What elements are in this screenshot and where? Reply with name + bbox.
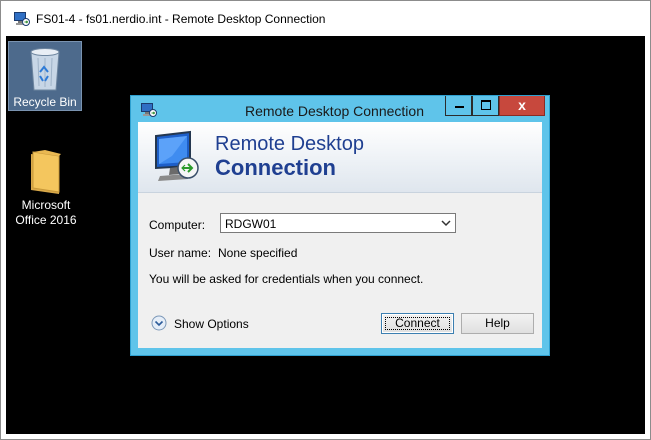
recycle-bin-icon <box>30 48 60 91</box>
office-icon-label: Microsoft Office 2016 <box>8 198 84 228</box>
help-label: Help <box>485 316 510 330</box>
connect-button[interactable]: Connect <box>381 313 454 334</box>
close-button[interactable]: x <box>499 96 545 116</box>
username-value: None specified <box>218 246 298 260</box>
remote-desktop-monitor-icon <box>152 130 204 187</box>
minimize-icon <box>455 106 464 108</box>
office-label-line1: Microsoft <box>21 198 71 212</box>
username-label: User name: <box>149 246 212 260</box>
recycle-bin-label: Recycle Bin <box>13 95 77 109</box>
window-title: FS01-4 - fs01.nerdio.int - Remote Deskto… <box>36 12 326 26</box>
remote-desktop-connection-dialog: Remote Desktop Connection x Remote Deskt… <box>130 95 550 356</box>
expand-chevron-icon <box>151 315 167 331</box>
show-options-label: Show Options <box>174 317 249 331</box>
dialog-titlebar[interactable]: Remote Desktop Connection x <box>131 96 549 122</box>
computer-label: Computer: <box>149 218 206 232</box>
desktop-icon-microsoft-office-2016[interactable]: Microsoft Office 2016 <box>8 146 84 231</box>
minimize-button[interactable] <box>445 96 472 116</box>
computer-combobox[interactable]: RDGW01 <box>220 213 456 233</box>
focus-rectangle <box>385 317 450 330</box>
help-button[interactable]: Help <box>461 313 534 334</box>
dialog-banner: Remote Desktop Connection <box>138 122 542 193</box>
dialog-title: Remote Desktop Connection <box>245 103 424 119</box>
maximize-icon <box>481 100 491 110</box>
credentials-info-text: You will be asked for credentials when y… <box>149 272 424 286</box>
close-icon: x <box>518 97 526 113</box>
chevron-down-icon[interactable] <box>441 217 451 229</box>
banner-title-line1: Remote Desktop <box>215 133 364 155</box>
banner-title-line2: Connection <box>215 155 336 180</box>
window-titlebar[interactable]: FS01-4 - fs01.nerdio.int - Remote Deskto… <box>1 1 650 36</box>
folder-icon <box>31 150 61 194</box>
office-label-line2: Office 2016 <box>15 213 77 227</box>
dialog-body: Remote Desktop Connection Computer: RDGW… <box>138 122 542 348</box>
computer-value: RDGW01 <box>225 217 277 231</box>
remote-desktop-app-icon <box>141 103 157 120</box>
desktop-icon-recycle-bin[interactable]: Recycle Bin <box>8 41 82 111</box>
maximize-button[interactable] <box>472 96 499 116</box>
remote-desktop-app-icon <box>14 12 30 26</box>
